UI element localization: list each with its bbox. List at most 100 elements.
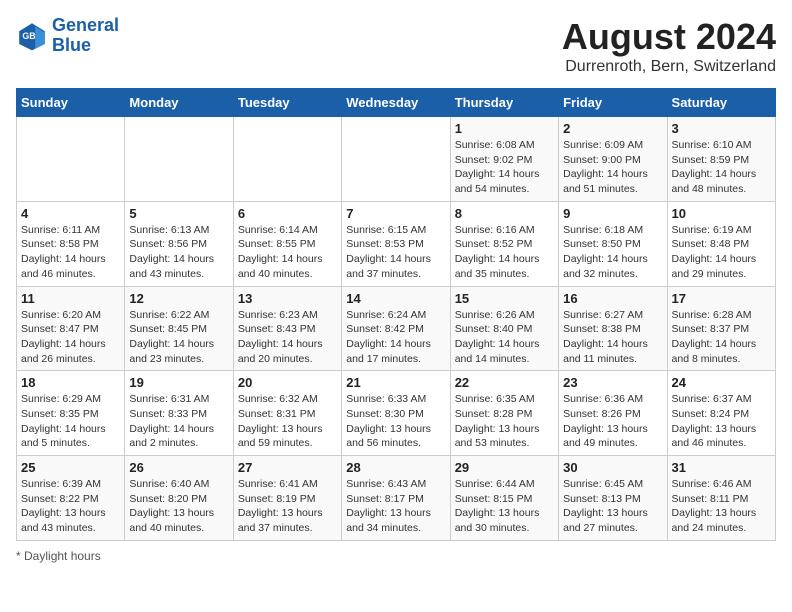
day-info: Sunrise: 6:44 AM Sunset: 8:15 PM Dayligh… <box>455 477 554 536</box>
day-number: 15 <box>455 291 554 306</box>
day-number: 31 <box>672 460 771 475</box>
day-info: Sunrise: 6:40 AM Sunset: 8:20 PM Dayligh… <box>129 477 228 536</box>
day-info: Sunrise: 6:23 AM Sunset: 8:43 PM Dayligh… <box>238 308 337 367</box>
calendar-cell-w3-d1: 11 Sunrise: 6:20 AM Sunset: 8:47 PM Dayli… <box>17 286 125 371</box>
col-tuesday: Tuesday <box>233 89 341 117</box>
calendar-cell-w3-d7: 17 Sunrise: 6:28 AM Sunset: 8:37 PM Dayli… <box>667 286 775 371</box>
day-number: 20 <box>238 375 337 390</box>
day-number: 5 <box>129 206 228 221</box>
day-info: Sunrise: 6:22 AM Sunset: 8:45 PM Dayligh… <box>129 308 228 367</box>
calendar-cell-w5-d1: 25Sunrise: 6:39 AM Sunset: 8:22 PM Dayli… <box>17 456 125 541</box>
day-info: Sunrise: 6:43 AM Sunset: 8:17 PM Dayligh… <box>346 477 445 536</box>
day-number: 6 <box>238 206 337 221</box>
day-info: Sunrise: 6:09 AM Sunset: 9:00 PM Dayligh… <box>563 138 662 197</box>
day-info: Sunrise: 6:15 AM Sunset: 8:53 PM Dayligh… <box>346 223 445 282</box>
calendar-header: Sunday Monday Tuesday Wednesday Thursday… <box>17 89 776 117</box>
day-number: 26 <box>129 460 228 475</box>
calendar-cell-w1-d4 <box>342 117 450 202</box>
calendar-week-3: 11 Sunrise: 6:20 AM Sunset: 8:47 PM Dayli… <box>17 286 776 371</box>
calendar-cell-w2-d2: 5 Sunrise: 6:13 AM Sunset: 8:56 PM Daylig… <box>125 201 233 286</box>
day-number: 1 <box>455 121 554 136</box>
logo-line2: Blue <box>52 36 119 56</box>
calendar-cell-w2-d4: 7 Sunrise: 6:15 AM Sunset: 8:53 PM Daylig… <box>342 201 450 286</box>
day-number: 30 <box>563 460 662 475</box>
title-section: August 2024 Durrenroth, Bern, Switzerlan… <box>562 16 776 76</box>
day-info: Sunrise: 6:13 AM Sunset: 8:56 PM Dayligh… <box>129 223 228 282</box>
day-number: 11 <box>21 291 120 306</box>
calendar-cell-w5-d6: 30 Sunrise: 6:45 AM Sunset: 8:13 PM Dayli… <box>559 456 667 541</box>
day-number: 3 <box>672 121 771 136</box>
day-info: Sunrise: 6:14 AM Sunset: 8:55 PM Dayligh… <box>238 223 337 282</box>
day-info: Sunrise: 6:27 AM Sunset: 8:38 PM Dayligh… <box>563 308 662 367</box>
logo: GB General Blue <box>16 16 119 56</box>
day-number: 22 <box>455 375 554 390</box>
day-number: 21 <box>346 375 445 390</box>
day-info: Sunrise: 6:39 AM Sunset: 8:22 PM Dayligh… <box>21 477 120 536</box>
page-subtitle: Durrenroth, Bern, Switzerland <box>562 58 776 76</box>
logo-icon: GB <box>16 20 48 52</box>
day-number: 10 <box>672 206 771 221</box>
calendar-cell-w2-d3: 6 Sunrise: 6:14 AM Sunset: 8:55 PM Daylig… <box>233 201 341 286</box>
col-friday: Friday <box>559 89 667 117</box>
day-info: Sunrise: 6:18 AM Sunset: 8:50 PM Dayligh… <box>563 223 662 282</box>
svg-text:GB: GB <box>22 31 35 41</box>
col-saturday: Saturday <box>667 89 775 117</box>
day-number: 29 <box>455 460 554 475</box>
day-info: Sunrise: 6:46 AM Sunset: 8:11 PM Dayligh… <box>672 477 771 536</box>
calendar-cell-w1-d2 <box>125 117 233 202</box>
day-info: Sunrise: 6:26 AM Sunset: 8:40 PM Dayligh… <box>455 308 554 367</box>
day-number: 7 <box>346 206 445 221</box>
day-number: 12 <box>129 291 228 306</box>
day-number: 18 <box>21 375 120 390</box>
calendar-cell-w3-d6: 16 Sunrise: 6:27 AM Sunset: 8:38 PM Dayli… <box>559 286 667 371</box>
calendar-cell-w1-d3 <box>233 117 341 202</box>
day-info: Sunrise: 6:33 AM Sunset: 8:30 PM Dayligh… <box>346 392 445 451</box>
day-number: 23 <box>563 375 662 390</box>
calendar-cell-w1-d6: 2 Sunrise: 6:09 AM Sunset: 9:00 PM Daylig… <box>559 117 667 202</box>
day-info: Sunrise: 6:29 AM Sunset: 8:35 PM Dayligh… <box>21 392 120 451</box>
day-info: Sunrise: 6:24 AM Sunset: 8:42 PM Dayligh… <box>346 308 445 367</box>
calendar-cell-w3-d5: 15 Sunrise: 6:26 AM Sunset: 8:40 PM Dayli… <box>450 286 558 371</box>
day-number: 14 <box>346 291 445 306</box>
day-info: Sunrise: 6:37 AM Sunset: 8:24 PM Dayligh… <box>672 392 771 451</box>
calendar-cell-w4-d7: 24Sunrise: 6:37 AM Sunset: 8:24 PM Dayli… <box>667 371 775 456</box>
calendar-cell-w4-d1: 18 Sunrise: 6:29 AM Sunset: 8:35 PM Dayli… <box>17 371 125 456</box>
col-wednesday: Wednesday <box>342 89 450 117</box>
day-info: Sunrise: 6:41 AM Sunset: 8:19 PM Dayligh… <box>238 477 337 536</box>
calendar-cell-w3-d4: 14 Sunrise: 6:24 AM Sunset: 8:42 PM Dayli… <box>342 286 450 371</box>
day-number: 8 <box>455 206 554 221</box>
calendar-cell-w1-d7: 3Sunrise: 6:10 AM Sunset: 8:59 PM Daylig… <box>667 117 775 202</box>
calendar-cell-w5-d5: 29 Sunrise: 6:44 AM Sunset: 8:15 PM Dayli… <box>450 456 558 541</box>
day-number: 17 <box>672 291 771 306</box>
calendar-week-5: 25Sunrise: 6:39 AM Sunset: 8:22 PM Dayli… <box>17 456 776 541</box>
day-number: 2 <box>563 121 662 136</box>
day-info: Sunrise: 6:45 AM Sunset: 8:13 PM Dayligh… <box>563 477 662 536</box>
calendar-cell-w2-d7: 10Sunrise: 6:19 AM Sunset: 8:48 PM Dayli… <box>667 201 775 286</box>
day-info: Sunrise: 6:11 AM Sunset: 8:58 PM Dayligh… <box>21 223 120 282</box>
calendar-cell-w5-d4: 28Sunrise: 6:43 AM Sunset: 8:17 PM Dayli… <box>342 456 450 541</box>
col-thursday: Thursday <box>450 89 558 117</box>
footer-note: * Daylight hours <box>16 549 776 563</box>
day-number: 16 <box>563 291 662 306</box>
calendar-cell-w1-d1 <box>17 117 125 202</box>
col-monday: Monday <box>125 89 233 117</box>
day-info: Sunrise: 6:08 AM Sunset: 9:02 PM Dayligh… <box>455 138 554 197</box>
calendar-week-4: 18 Sunrise: 6:29 AM Sunset: 8:35 PM Dayli… <box>17 371 776 456</box>
calendar-cell-w1-d5: 1 Sunrise: 6:08 AM Sunset: 9:02 PM Daylig… <box>450 117 558 202</box>
day-number: 9 <box>563 206 662 221</box>
calendar-body: 1 Sunrise: 6:08 AM Sunset: 9:02 PM Daylig… <box>17 117 776 541</box>
page-header: GB General Blue August 2024 Durrenroth, … <box>16 16 776 76</box>
calendar-cell-w4-d6: 23Sunrise: 6:36 AM Sunset: 8:26 PM Dayli… <box>559 371 667 456</box>
calendar-cell-w4-d4: 21 Sunrise: 6:33 AM Sunset: 8:30 PM Dayli… <box>342 371 450 456</box>
calendar-cell-w4-d5: 22Sunrise: 6:35 AM Sunset: 8:28 PM Dayli… <box>450 371 558 456</box>
calendar-cell-w3-d3: 13Sunrise: 6:23 AM Sunset: 8:43 PM Dayli… <box>233 286 341 371</box>
header-row: Sunday Monday Tuesday Wednesday Thursday… <box>17 89 776 117</box>
day-info: Sunrise: 6:20 AM Sunset: 8:47 PM Dayligh… <box>21 308 120 367</box>
col-sunday: Sunday <box>17 89 125 117</box>
calendar-cell-w2-d6: 9 Sunrise: 6:18 AM Sunset: 8:50 PM Daylig… <box>559 201 667 286</box>
logo-line1: General <box>52 16 119 36</box>
calendar-cell-w4-d2: 19Sunrise: 6:31 AM Sunset: 8:33 PM Dayli… <box>125 371 233 456</box>
day-number: 4 <box>21 206 120 221</box>
calendar-cell-w3-d2: 12 Sunrise: 6:22 AM Sunset: 8:45 PM Dayli… <box>125 286 233 371</box>
day-info: Sunrise: 6:28 AM Sunset: 8:37 PM Dayligh… <box>672 308 771 367</box>
